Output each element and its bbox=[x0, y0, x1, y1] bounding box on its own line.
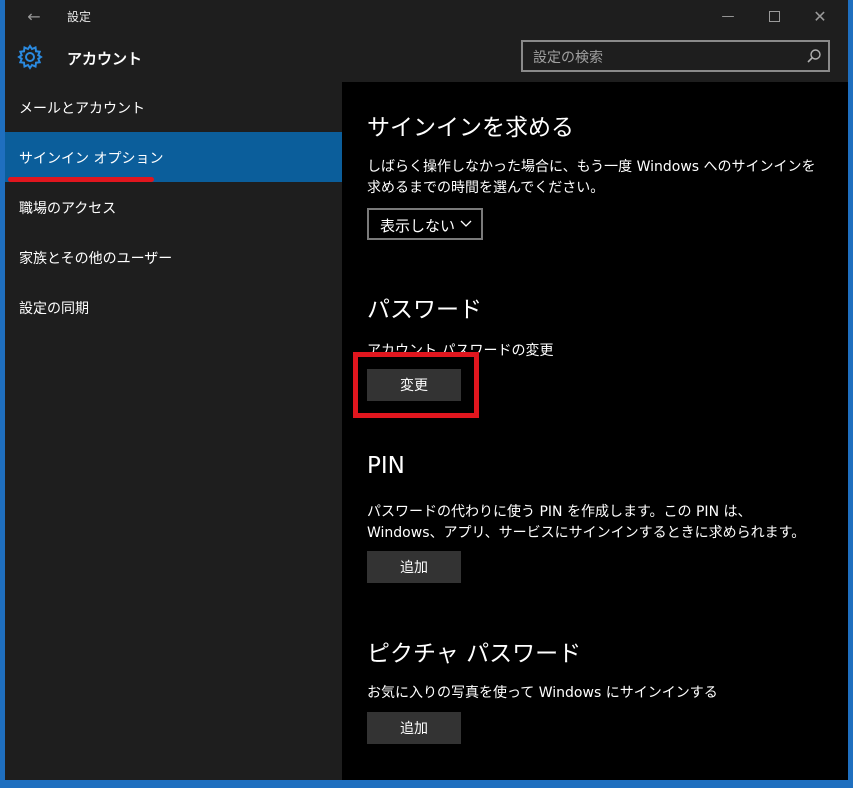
sidebar-item-work-access[interactable]: 職場のアクセス bbox=[5, 182, 342, 232]
search-placeholder: 設定の検索 bbox=[533, 50, 603, 66]
picture-password-heading: ピクチャ パスワード bbox=[367, 641, 582, 667]
header: アカウント 設定の検索 bbox=[5, 32, 848, 82]
picture-password-add-button[interactable]: 追加 bbox=[367, 712, 461, 744]
require-signin-description: しばらく操作しなかった場合に、もう一度 Windows へのサインインを求めるま… bbox=[367, 159, 816, 196]
require-signin-heading: サインインを求める bbox=[367, 115, 574, 141]
main-content: サインインを求める しばらく操作しなかった場合に、もう一度 Windows への… bbox=[342, 82, 848, 780]
sidebar: メールとアカウント サインイン オプション 職場のアクセス 家族とその他のユーザ… bbox=[5, 82, 342, 780]
sidebar-item-label: 家族とその他のユーザー bbox=[19, 251, 173, 267]
sidebar-item-label: 設定の同期 bbox=[19, 301, 89, 317]
back-arrow-icon[interactable]: ← bbox=[17, 4, 51, 28]
close-button[interactable]: ✕ bbox=[797, 0, 843, 32]
window-title: 設定 bbox=[67, 10, 92, 24]
sidebar-item-label: サインイン オプション bbox=[19, 151, 164, 167]
pin-heading: PIN bbox=[367, 453, 405, 479]
minimize-button[interactable]: — bbox=[705, 0, 751, 32]
sidebar-item-label: メールとアカウント bbox=[19, 101, 145, 117]
gear-icon bbox=[17, 44, 43, 70]
picture-password-description: お気に入りの写真を使って Windows にサインインする bbox=[367, 685, 718, 701]
dropdown-value: 表示しない bbox=[380, 217, 456, 235]
search-input[interactable]: 設定の検索 bbox=[521, 40, 830, 72]
search-icon[interactable] bbox=[806, 48, 822, 64]
sidebar-item-family-users[interactable]: 家族とその他のユーザー bbox=[5, 232, 342, 282]
sidebar-item-label: 職場のアクセス bbox=[19, 201, 117, 217]
highlight-underline bbox=[8, 177, 154, 182]
title-bar: ← 設定 — ✕ bbox=[5, 0, 848, 32]
sidebar-item-signin-options[interactable]: サインイン オプション bbox=[5, 132, 342, 182]
password-heading: パスワード bbox=[367, 297, 482, 323]
settings-window: ← 設定 — ✕ アカウント 設定の検索 メールとアカウント サインイン オプシ… bbox=[0, 0, 853, 788]
require-signin-dropdown[interactable]: 表示しない bbox=[367, 208, 483, 240]
window-frame-right bbox=[848, 0, 853, 788]
window-frame-bottom bbox=[0, 780, 853, 788]
chevron-down-icon bbox=[460, 220, 472, 227]
highlight-box bbox=[353, 352, 479, 418]
maximize-icon bbox=[768, 10, 780, 22]
page-title: アカウント bbox=[67, 50, 143, 68]
pin-add-button[interactable]: 追加 bbox=[367, 551, 461, 583]
pin-description: パスワードの代わりに使う PIN を作成します。この PIN は、Windows… bbox=[367, 504, 806, 541]
sidebar-item-sync-settings[interactable]: 設定の同期 bbox=[5, 282, 342, 332]
maximize-button[interactable] bbox=[751, 0, 797, 32]
sidebar-item-mail-accounts[interactable]: メールとアカウント bbox=[5, 82, 342, 132]
